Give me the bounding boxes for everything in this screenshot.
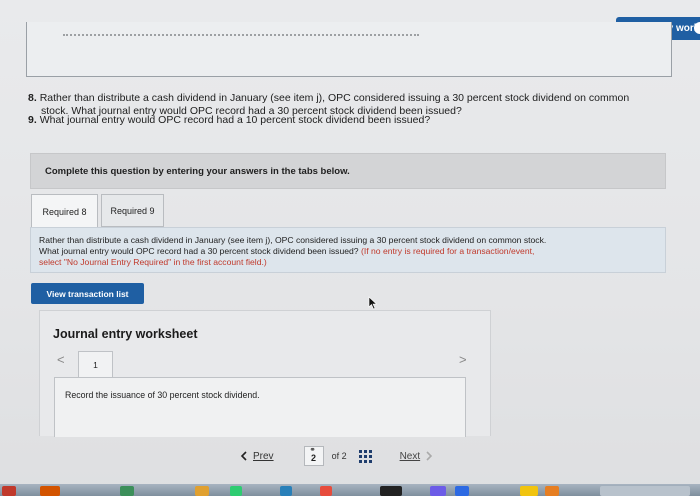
page-count-label: of 2 xyxy=(331,451,347,461)
dock-app-icon[interactable] xyxy=(380,486,402,496)
tab-required-9-label: Required 9 xyxy=(110,205,155,216)
dock-app-icon[interactable] xyxy=(195,486,209,496)
next-page-link[interactable]: Next xyxy=(400,451,434,462)
prev-page-link[interactable]: Prev xyxy=(240,451,274,462)
worksheet-tab-1[interactable]: 1 xyxy=(78,351,113,378)
cut-off-text-line xyxy=(63,34,419,38)
dock-app-icon[interactable] xyxy=(430,486,446,496)
prev-page-label: Prev xyxy=(253,450,274,462)
instruction-note-start: (If no entry is required for a transacti… xyxy=(360,246,535,256)
dock-app-icon[interactable] xyxy=(455,486,469,496)
worksheet-record-box: Record the issuance of 30 percent stock … xyxy=(54,377,466,437)
question-9: 9. What journal entry would OPC record h… xyxy=(28,114,658,127)
instruction-note-end: select "No Journal Entry Required" in th… xyxy=(39,257,267,267)
dock-app-icon[interactable] xyxy=(280,486,292,496)
worksheet-next-arrow-icon[interactable]: > xyxy=(459,352,467,367)
previous-answer-box xyxy=(26,22,672,77)
question-8-line-1: Rather than distribute a cash dividend i… xyxy=(39,92,630,104)
chevron-left-icon xyxy=(240,451,247,461)
worksheet-record-text: Record the issuance of 30 percent stock … xyxy=(65,390,260,400)
dock-app-icon[interactable] xyxy=(40,486,60,496)
dock-app-icon[interactable] xyxy=(520,486,538,496)
worksheet-prev-arrow-icon[interactable]: < xyxy=(57,352,65,367)
question-9-text: What journal entry would OPC record had … xyxy=(39,114,431,126)
dock-app-icon[interactable] xyxy=(230,486,242,496)
question-8-number: 8. xyxy=(28,92,37,104)
button-edge-notch xyxy=(694,22,700,34)
dock-app-icon[interactable] xyxy=(545,486,559,496)
question-9-number: 9. xyxy=(28,114,37,126)
dock-app-icon[interactable] xyxy=(120,486,134,496)
dock-app-icon[interactable] xyxy=(2,486,16,496)
journal-entry-worksheet: Journal entry worksheet < 1 > Record the… xyxy=(39,310,491,437)
pagination: Prev ⚭ 2 of 2 Next xyxy=(240,446,433,466)
chevron-right-icon xyxy=(426,451,433,461)
instruction-box: Rather than distribute a cash dividend i… xyxy=(30,227,666,273)
complete-question-banner: Complete this question by entering your … xyxy=(30,153,666,189)
mouse-cursor-icon xyxy=(368,296,378,310)
view-transaction-list-button[interactable]: View transaction list xyxy=(31,283,144,304)
current-page-number: 2 xyxy=(311,453,317,463)
dock-app-icon[interactable] xyxy=(600,486,690,496)
worksheet-title: Journal entry worksheet xyxy=(53,327,198,341)
dock-app-icon[interactable] xyxy=(320,486,332,496)
tab-required-9[interactable]: Required 9 xyxy=(101,194,164,227)
tab-required-8-label: Required 8 xyxy=(42,206,87,217)
grid-view-icon[interactable] xyxy=(358,449,372,463)
dock-bar xyxy=(0,484,700,496)
next-page-label: Next xyxy=(399,450,421,462)
link-icon: ⚭ xyxy=(309,447,316,454)
current-page-box[interactable]: ⚭ 2 xyxy=(303,446,324,466)
instruction-line-1: Rather than distribute a cash dividend i… xyxy=(39,235,547,245)
worksheet-tab-1-label: 1 xyxy=(93,360,98,370)
instruction-line-2: What journal entry would OPC record had … xyxy=(39,246,359,256)
tab-required-8[interactable]: Required 8 xyxy=(31,194,98,228)
